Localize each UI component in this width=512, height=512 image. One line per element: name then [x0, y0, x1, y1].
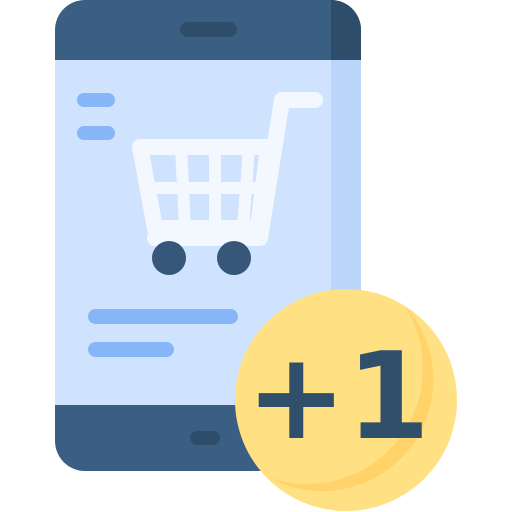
text-line	[77, 126, 115, 140]
cart-rail	[237, 141, 255, 234]
text-line	[88, 309, 238, 324]
phone-home-button	[190, 431, 220, 445]
illustration-svg: +1	[55, 0, 457, 511]
cart-wheel	[152, 241, 186, 275]
cart-wheel	[217, 241, 251, 275]
badge-label: +1	[246, 328, 430, 467]
text-line	[77, 93, 115, 107]
add-to-cart-illustration: +1	[0, 0, 512, 512]
text-line	[88, 342, 174, 357]
phone-speaker	[180, 22, 237, 37]
plus-one-badge-icon: +1	[235, 289, 457, 511]
cart-rail	[175, 141, 191, 234]
